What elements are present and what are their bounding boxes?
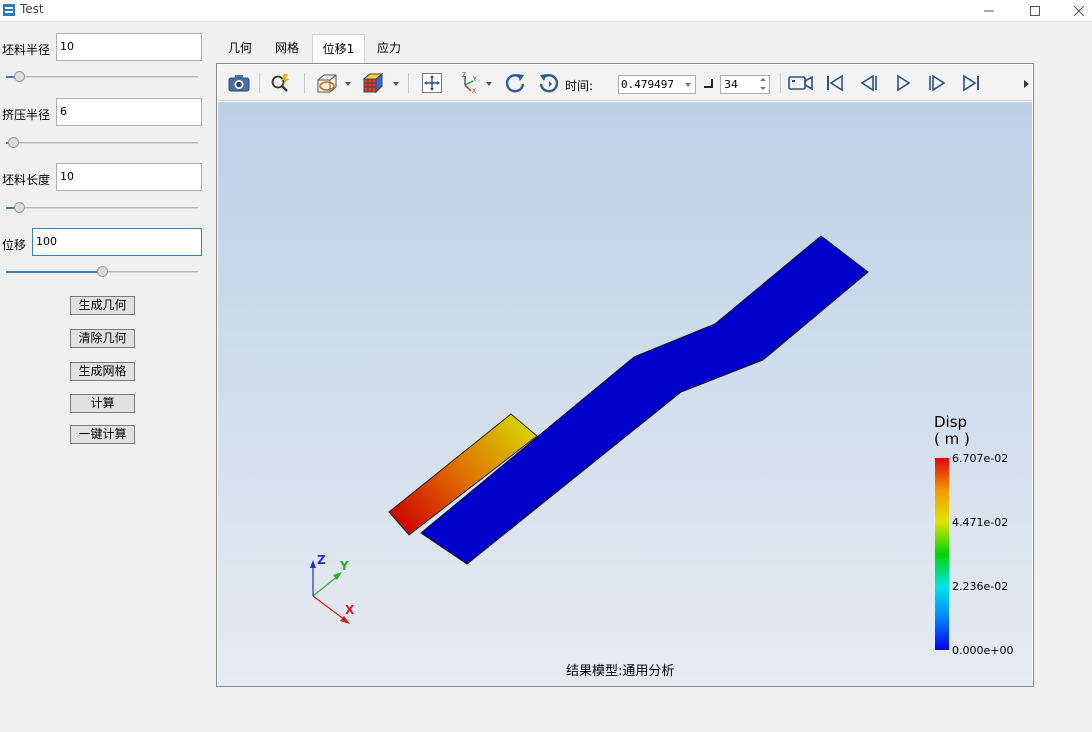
time-value: 0.479497 — [621, 78, 674, 91]
time-select[interactable]: 0.479497 — [618, 75, 696, 94]
billet-radius-slider[interactable] — [6, 71, 198, 83]
axis-orient-button[interactable]: Z Y X — [455, 71, 481, 95]
billet-radius-label: 坯料半径 — [2, 43, 51, 57]
axis-orient-icon: Z Y X — [462, 72, 477, 94]
play-button[interactable] — [890, 71, 916, 95]
toolbar-overflow-icon[interactable] — [1024, 80, 1029, 88]
color-cube-icon — [362, 72, 384, 94]
legend-tick-2: 4.471e-02 — [952, 516, 1009, 529]
next-frame-button[interactable] — [924, 71, 950, 95]
spin-down-icon[interactable] — [760, 87, 766, 90]
prev-frame-button[interactable] — [856, 71, 882, 95]
close-button[interactable] — [1056, 0, 1092, 22]
fit-view-icon — [422, 73, 442, 93]
extrusion-part — [420, 235, 869, 565]
view-box-icon — [317, 74, 337, 93]
color-map-button[interactable] — [360, 71, 386, 95]
result-viewer: Z Y X 时间: 0.479497 34 Z Y X Disp (m) 6… — [216, 63, 1034, 687]
frame-spinbox[interactable]: 34 — [720, 75, 770, 94]
rotate-left-icon — [505, 74, 525, 93]
legend-title: Disp ( m ) — [934, 414, 970, 448]
displacement-slider[interactable] — [6, 266, 198, 278]
legend-unit: ( m ) — [934, 430, 970, 448]
probe-button[interactable] — [268, 71, 294, 95]
displacement-label: 位移 — [2, 238, 27, 252]
axis-y-label: Y — [339, 559, 349, 573]
title-bar: Test — [0, 0, 1092, 22]
spin-up-icon[interactable] — [760, 78, 766, 81]
model-render: Z Y X — [310, 235, 869, 624]
svg-text:X: X — [472, 88, 476, 94]
record-video-button[interactable] — [788, 71, 814, 95]
billet-length-label: 坯料长度 — [2, 173, 51, 187]
legend-tick-3: 2.236e-02 — [952, 580, 1009, 593]
extrusion-radius-input[interactable]: 6 — [56, 98, 202, 126]
play-icon — [897, 74, 911, 92]
first-frame-icon — [827, 74, 843, 92]
prev-frame-icon — [860, 74, 877, 92]
svg-text:Y: Y — [472, 76, 477, 83]
video-icon — [788, 75, 813, 91]
last-frame-icon — [963, 74, 979, 92]
view-mode-button[interactable] — [314, 71, 340, 95]
tab-geometry[interactable]: 几何 — [220, 34, 260, 63]
compute-button[interactable]: 计算 — [70, 394, 135, 413]
billet-length-slider[interactable] — [6, 202, 198, 214]
rotate-left-button[interactable] — [502, 71, 528, 95]
svg-text:Z: Z — [462, 72, 466, 79]
close-icon — [1074, 6, 1084, 16]
one-click-compute-button[interactable]: 一键计算 — [70, 425, 135, 444]
render-viewport[interactable]: Z Y X Disp ( m ) 6.707e-02 4.471e-02 2.2… — [218, 102, 1032, 686]
last-frame-button[interactable] — [958, 71, 984, 95]
generate-geometry-button[interactable]: 生成几何 — [70, 296, 135, 315]
tab-mesh[interactable]: 网格 — [266, 34, 308, 63]
frame-step-icon — [704, 79, 713, 88]
app-icon — [3, 4, 15, 16]
viewer-toolbar: Z Y X 时间: 0.479497 34 — [218, 65, 1032, 101]
displacement-input[interactable]: 100 — [32, 228, 202, 256]
axis-x-label: X — [345, 603, 355, 617]
camera-icon — [228, 75, 250, 92]
first-frame-button[interactable] — [822, 71, 848, 95]
axis-z-label: Z — [317, 553, 326, 567]
zoom-probe-icon — [271, 74, 289, 92]
chevron-down-icon — [685, 83, 691, 87]
frame-value: 34 — [724, 78, 738, 91]
billet-radius-input[interactable]: 10 — [56, 33, 202, 61]
extrusion-radius-label: 挤压半径 — [2, 108, 51, 122]
billet-length-input[interactable]: 10 — [56, 163, 202, 191]
legend-tick-min: 0.000e+00 — [952, 644, 1014, 657]
next-frame-icon — [929, 74, 946, 92]
rotate-right-button[interactable] — [536, 71, 562, 95]
screenshot-button[interactable] — [226, 71, 252, 95]
legend-tick-max: 6.707e-02 — [952, 452, 1009, 465]
window-title: Test — [20, 2, 44, 16]
legend-colorbar — [935, 458, 949, 650]
maximize-icon — [1030, 6, 1040, 16]
clear-geometry-button[interactable]: 清除几何 — [70, 329, 135, 348]
legend-quantity: Disp — [934, 413, 968, 431]
time-label: 时间: — [565, 79, 594, 93]
generate-mesh-button[interactable]: 生成网格 — [70, 362, 135, 381]
minimize-icon — [984, 10, 994, 12]
fit-view-button[interactable] — [419, 71, 445, 95]
tab-displacement[interactable]: 位移1 — [312, 34, 365, 63]
maximize-button[interactable] — [1012, 0, 1058, 22]
extrusion-radius-slider[interactable] — [6, 137, 198, 149]
rotate-right-icon — [539, 74, 559, 93]
tab-stress[interactable]: 应力 — [368, 34, 410, 63]
minimize-button[interactable] — [966, 0, 1012, 22]
result-model-label: 结果模型:通用分析 — [566, 664, 675, 679]
